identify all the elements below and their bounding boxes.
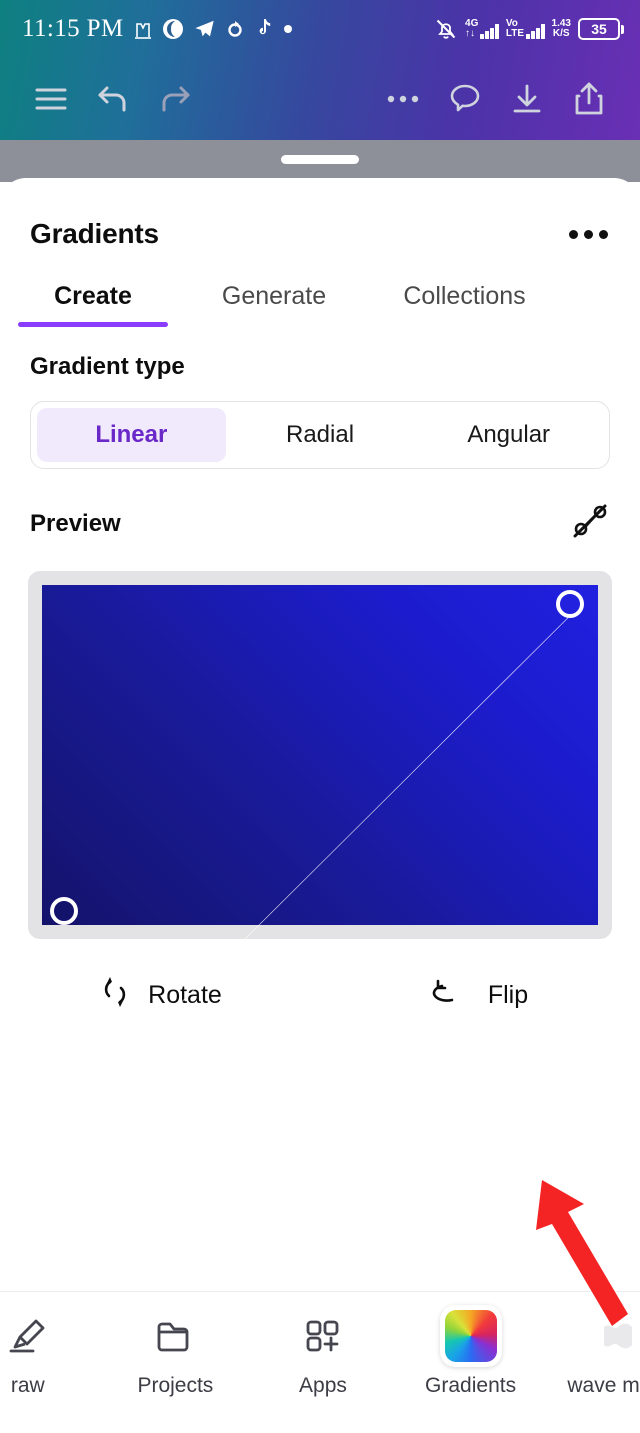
more-horizontal-icon[interactable]	[569, 229, 608, 239]
sheet-tabs: Create Generate Collections	[0, 250, 640, 327]
share-upload-icon[interactable]	[558, 68, 620, 130]
tab-generate-label: Generate	[221, 282, 327, 310]
tiktok-icon	[254, 18, 274, 40]
tab-generate[interactable]: Generate	[186, 282, 362, 327]
page-title: Gradients	[30, 218, 159, 249]
network-status-volte: Vo LTE	[506, 19, 545, 39]
wave-icon	[593, 1310, 640, 1362]
moon-circle-icon	[162, 18, 184, 40]
bell-muted-icon	[434, 17, 458, 41]
nav-item-draw-label: raw	[10, 1374, 45, 1397]
nav-item-gradients-label: Gradients	[425, 1374, 517, 1397]
gradients-bottom-sheet: Gradients Create Generate Collections Gr…	[0, 178, 640, 1291]
pm-glyph-icon	[133, 18, 153, 40]
download-icon[interactable]	[496, 68, 558, 130]
gradients-color-tile	[444, 1310, 497, 1362]
nav-item-projects[interactable]: Projects	[102, 1310, 250, 1398]
gradient-end-handle[interactable]	[556, 589, 585, 618]
segment-radial-label: Radial	[285, 421, 355, 448]
nav-item-wave-maker[interactable]: wave ma...	[544, 1310, 640, 1398]
gradient-preview-canvas[interactable]	[42, 585, 598, 925]
nav-item-gradients[interactable]: Gradients	[397, 1305, 545, 1398]
tab-create[interactable]: Create	[0, 282, 186, 327]
gradients-active-tile	[439, 1305, 502, 1367]
data-speed-indicator: 1.43 K/S	[552, 19, 571, 39]
more-horizontal-icon[interactable]	[372, 68, 434, 130]
draw-pen-icon	[5, 1310, 51, 1362]
battery-level-label: 35	[578, 18, 620, 40]
volte-bottom-label: LTE	[505, 28, 525, 39]
segment-angular-label: Angular	[467, 421, 551, 448]
app-header: 11:15 PM 4G ↑↓ Vo LTE 1.43 K/S 35	[0, 0, 640, 140]
status-bar-left: 11:15 PM	[22, 15, 293, 43]
sheet-header: Gradients	[0, 178, 640, 250]
gradient-handle-line	[42, 585, 598, 1141]
apps-grid-plus-icon	[300, 1310, 346, 1362]
segment-linear[interactable]: Linear	[37, 408, 226, 462]
segment-angular[interactable]: Angular	[414, 408, 603, 462]
battery-cap	[621, 24, 624, 34]
signal-bars-icon-2	[526, 23, 545, 39]
redo-icon[interactable]	[144, 68, 206, 130]
editor-toolbar	[0, 58, 640, 140]
gradient-start-handle[interactable]	[50, 897, 79, 926]
hide-handles-icon[interactable]	[570, 502, 610, 545]
color-wheel-icon	[439, 1305, 502, 1367]
segment-linear-label: Linear	[95, 421, 168, 448]
nav-item-wave-maker-label: wave ma...	[567, 1374, 640, 1397]
nav-item-apps-label: Apps	[299, 1374, 347, 1397]
telegram-icon	[193, 18, 216, 40]
status-bar-right: 4G ↑↓ Vo LTE 1.43 K/S 35	[434, 17, 624, 41]
data-speed-unit: K/S	[552, 28, 570, 39]
gradient-type-label: Gradient type	[30, 353, 185, 380]
status-bar: 11:15 PM 4G ↑↓ Vo LTE 1.43 K/S 35	[0, 0, 640, 58]
comment-bubble-icon[interactable]	[434, 68, 496, 130]
battery-indicator: 35	[578, 18, 624, 40]
gradient-preview-frame	[28, 571, 612, 939]
sheet-drag-handle[interactable]	[281, 155, 359, 164]
folder-icon	[152, 1310, 198, 1362]
dot-icon	[283, 24, 293, 34]
undo-icon[interactable]	[82, 68, 144, 130]
nav-item-draw[interactable]: raw	[0, 1310, 102, 1398]
segment-radial[interactable]: Radial	[226, 408, 415, 462]
nav-item-apps[interactable]: Apps	[249, 1310, 397, 1398]
signal-bars-icon	[480, 23, 499, 39]
nav-item-projects-label: Projects	[137, 1374, 214, 1397]
tab-collections[interactable]: Collections	[362, 282, 567, 327]
status-clock: 11:15 PM	[22, 15, 124, 42]
preview-label: Preview	[30, 509, 121, 537]
hamburger-menu-icon[interactable]	[20, 68, 82, 130]
loop-icon	[225, 19, 245, 39]
network-arrows-label: ↑↓	[465, 28, 476, 39]
gradient-type-segmented-control: Linear Radial Angular	[30, 401, 610, 469]
tab-create-label: Create	[54, 282, 132, 310]
bottom-navigation-bar: raw Projects Apps Gradients wave m	[0, 1291, 640, 1433]
tab-collections-label: Collections	[403, 282, 526, 310]
preview-header: Preview	[0, 469, 640, 545]
network-status-4g: 4G ↑↓	[465, 19, 499, 39]
